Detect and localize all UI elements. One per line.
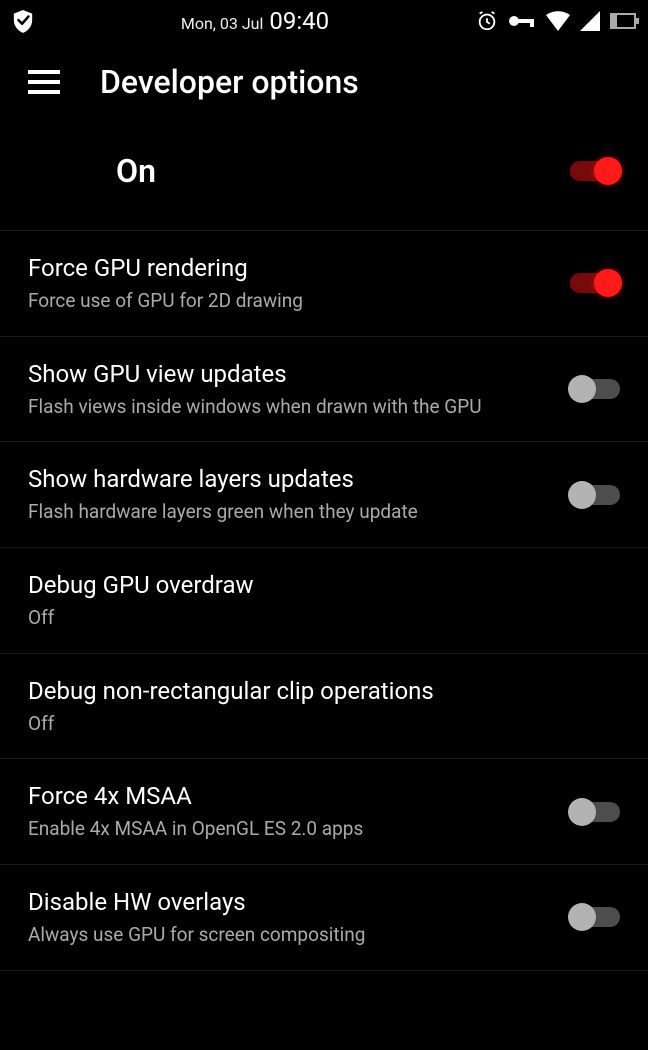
setting-switch[interactable] [570, 273, 620, 293]
setting-force-4x-msaa[interactable]: Force 4x MSAA Enable 4x MSAA in OpenGL E… [0, 758, 648, 864]
setting-sub: Force use of GPU for 2D drawing [28, 289, 550, 314]
setting-title: Show hardware layers updates [28, 464, 550, 494]
setting-sub: Flash hardware layers green when they up… [28, 500, 550, 525]
master-toggle-switch[interactable] [570, 161, 620, 181]
setting-force-gpu-rendering[interactable]: Force GPU rendering Force use of GPU for… [0, 230, 648, 336]
status-date: Mon, 03 Jul [181, 14, 264, 33]
status-bar: Mon, 03 Jul 09:40 [0, 0, 648, 42]
setting-switch[interactable] [570, 802, 620, 822]
setting-disable-hw-overlays[interactable]: Disable HW overlays Always use GPU for s… [0, 864, 648, 971]
setting-switch[interactable] [570, 379, 620, 399]
battery-percent: 22 [621, 16, 632, 27]
setting-title: Show GPU view updates [28, 359, 550, 389]
setting-show-hardware-layers-updates[interactable]: Show hardware layers updates Flash hardw… [0, 441, 648, 547]
battery-icon: 22 [610, 13, 636, 29]
setting-switch[interactable] [570, 485, 620, 505]
setting-sub: Always use GPU for screen compositing [28, 923, 550, 948]
settings-list: Force GPU rendering Force use of GPU for… [0, 230, 648, 971]
status-time: 09:40 [269, 7, 329, 35]
setting-title: Disable HW overlays [28, 887, 550, 917]
setting-title: Debug GPU overdraw [28, 570, 600, 600]
wifi-icon [546, 11, 570, 31]
app-bar: Developer options [0, 42, 648, 122]
setting-sub: Flash views inside windows when drawn wi… [28, 395, 550, 420]
setting-switch[interactable] [570, 907, 620, 927]
page-title: Developer options [100, 63, 359, 101]
alarm-icon [476, 10, 498, 32]
vpn-key-icon [508, 13, 536, 29]
setting-sub: Off [28, 606, 600, 631]
menu-icon[interactable] [28, 70, 60, 94]
setting-show-gpu-view-updates[interactable]: Show GPU view updates Flash views inside… [0, 336, 648, 442]
setting-debug-non-rectangular-clip[interactable]: Debug non-rectangular clip operations Of… [0, 653, 648, 759]
setting-title: Debug non-rectangular clip operations [28, 676, 600, 706]
setting-title: Force 4x MSAA [28, 781, 550, 811]
shield-check-icon [12, 9, 34, 33]
cell-signal-icon [580, 11, 600, 31]
setting-debug-gpu-overdraw[interactable]: Debug GPU overdraw Off [0, 547, 648, 653]
master-toggle-row[interactable]: On [0, 122, 648, 230]
setting-sub: Enable 4x MSAA in OpenGL ES 2.0 apps [28, 817, 550, 842]
master-toggle-label: On [116, 152, 570, 190]
setting-sub: Off [28, 712, 600, 737]
setting-title: Force GPU rendering [28, 253, 550, 283]
